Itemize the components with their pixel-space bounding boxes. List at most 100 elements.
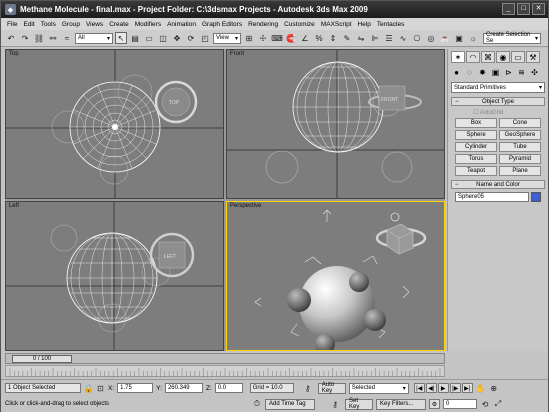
menu-animation[interactable]: Animation	[167, 21, 196, 28]
y-coordinate-field[interactable]: 260.349	[164, 383, 203, 393]
object-color-swatch[interactable]	[531, 192, 541, 202]
geometry-icon[interactable]: ●	[451, 67, 462, 78]
object-name-input[interactable]: Sphere05	[455, 192, 529, 202]
viewport-perspective-label[interactable]: Perspective	[230, 203, 261, 209]
home-icon[interactable]	[390, 212, 400, 222]
menu-rendering[interactable]: Rendering	[248, 21, 278, 28]
select-and-manipulate-icon[interactable]: ☩	[257, 32, 269, 44]
keyboard-shortcut-override-icon[interactable]: ⌨	[271, 32, 283, 44]
menu-views[interactable]: Views	[86, 21, 103, 28]
add-time-tag-button[interactable]: Add Time Tag	[265, 398, 315, 410]
object-type-header[interactable]: − Object Type	[451, 97, 545, 106]
curve-editor-icon[interactable]: ∿	[397, 32, 409, 44]
cylinder-button[interactable]: Cylinder	[455, 142, 497, 152]
schematic-view-icon[interactable]: ⎔	[411, 32, 423, 44]
undo-icon[interactable]: ↶	[5, 32, 17, 44]
current-frame-field[interactable]: 0	[443, 399, 477, 409]
viewcube-top-text[interactable]: TOP	[169, 100, 180, 106]
viewport-front-label[interactable]: Front	[230, 51, 244, 57]
menu-edit[interactable]: Edit	[23, 21, 34, 28]
space-warps-icon[interactable]: ≋	[516, 67, 527, 78]
bind-space-warp-icon[interactable]: ≈	[61, 32, 73, 44]
torus-button[interactable]: Torus	[455, 154, 497, 164]
sphere-button[interactable]: Sphere	[455, 130, 497, 140]
time-slider[interactable]: 0 / 100	[12, 355, 72, 363]
cone-button[interactable]: Cone	[499, 118, 541, 128]
lights-icon[interactable]: ✸	[477, 67, 488, 78]
auto-key-button[interactable]: Auto Key	[317, 382, 346, 394]
time-slider-track[interactable]: 0 / 100	[5, 353, 445, 364]
viewcube-front-text[interactable]: FRONT	[381, 97, 398, 103]
align-icon[interactable]: ⊫	[369, 32, 381, 44]
menu-tools[interactable]: Tools	[41, 21, 56, 28]
menu-maxscript[interactable]: MAXScript	[321, 21, 352, 28]
autogrid-checkbox[interactable]: ☐ AutoGrid	[451, 106, 545, 118]
plane-button[interactable]: Plane	[499, 166, 541, 176]
zoom-icon[interactable]: ⊕	[489, 383, 499, 393]
unlink-icon[interactable]: ⚯	[47, 32, 59, 44]
pan-icon[interactable]: ✋	[476, 383, 486, 393]
go-to-start-icon[interactable]: |◀	[413, 383, 425, 393]
hierarchy-tab-icon[interactable]: ⌘	[481, 51, 495, 63]
modify-tab-icon[interactable]: ◠	[466, 51, 480, 63]
material-editor-icon[interactable]: ◎	[425, 32, 437, 44]
minimize-button[interactable]: _	[502, 3, 515, 15]
menu-modifiers[interactable]: Modifiers	[135, 21, 161, 28]
reference-coordinate-dropdown[interactable]: View ▾	[213, 32, 241, 44]
x-coordinate-field[interactable]: 1.75	[117, 383, 154, 393]
primitive-category-dropdown[interactable]: Standard Primitives ▾	[451, 82, 545, 93]
create-tab-icon[interactable]: ✶	[451, 51, 465, 63]
menu-tentacles[interactable]: Tentacles	[377, 21, 404, 28]
track-bar[interactable]	[5, 365, 445, 377]
viewport-left[interactable]: LEFT Left	[5, 201, 224, 351]
render-frame-icon[interactable]: ▣	[453, 32, 465, 44]
previous-frame-icon[interactable]: ◀|	[425, 383, 437, 393]
menu-customize[interactable]: Customize	[284, 21, 315, 28]
snaps-toggle-icon[interactable]: 🧲	[285, 32, 297, 44]
select-and-move-icon[interactable]: ✥	[171, 32, 183, 44]
utilities-tab-icon[interactable]: ⚒	[526, 51, 540, 63]
window-crossing-icon[interactable]: ◫	[157, 32, 169, 44]
close-button[interactable]: ✕	[532, 3, 545, 15]
systems-icon[interactable]: ✣	[529, 67, 540, 78]
maximize-button[interactable]: □	[517, 3, 530, 15]
menu-graph-editors[interactable]: Graph Editors	[202, 21, 242, 28]
quick-render-icon[interactable]: ☼	[467, 32, 479, 44]
viewport-perspective[interactable]: Perspective	[226, 201, 445, 351]
menu-help[interactable]: Help	[358, 21, 371, 28]
rectangular-selection-icon[interactable]: ▭	[143, 32, 155, 44]
viewcube-left-text[interactable]: LEFT	[164, 254, 176, 260]
named-selection-sets-dropdown[interactable]: Create Selection Se ▾	[483, 32, 541, 44]
absolute-mode-icon[interactable]: ⊡	[96, 383, 105, 393]
redo-icon[interactable]: ↷	[19, 32, 31, 44]
app-logo-icon[interactable]: ◆	[5, 4, 16, 15]
key-mode-dropdown[interactable]: Selected ▾	[348, 382, 409, 394]
menu-group[interactable]: Group	[62, 21, 80, 28]
key-icon[interactable]: ⚷	[301, 382, 315, 394]
box-button[interactable]: Box	[455, 118, 497, 128]
pivot-center-icon[interactable]: ⊞	[243, 32, 255, 44]
pyramid-button[interactable]: Pyramid	[499, 154, 541, 164]
link-icon[interactable]: ⛓	[33, 32, 45, 44]
tube-button[interactable]: Tube	[499, 142, 541, 152]
key-filters-button[interactable]: Key Filters...	[376, 398, 426, 410]
next-frame-icon[interactable]: |▶	[449, 383, 461, 393]
z-coordinate-field[interactable]: 0.0	[214, 383, 243, 393]
viewport-top[interactable]: TOP Top	[5, 49, 224, 199]
shapes-icon[interactable]: ◌	[464, 67, 475, 78]
select-by-name-icon[interactable]: ▤	[129, 32, 141, 44]
teapot-button[interactable]: Teapot	[455, 166, 497, 176]
set-key-button[interactable]: Set Key	[345, 398, 373, 410]
time-configuration-icon[interactable]: ⚙	[429, 399, 440, 409]
maximize-viewport-icon[interactable]: ⤢	[493, 399, 503, 409]
name-and-color-header[interactable]: − Name and Color	[451, 180, 545, 189]
helpers-icon[interactable]: ⊳	[503, 67, 514, 78]
select-and-rotate-icon[interactable]: ⟳	[185, 32, 197, 44]
viewport-left-label[interactable]: Left	[9, 203, 19, 209]
named-selection-icon[interactable]: ✎	[341, 32, 353, 44]
lock-selection-icon[interactable]: 🔒	[84, 383, 94, 393]
play-icon[interactable]: ▶	[437, 383, 449, 393]
geosphere-button[interactable]: GeoSphere	[499, 130, 541, 140]
selection-filter-dropdown[interactable]: All ▾	[75, 32, 113, 44]
layer-manager-icon[interactable]: ☰	[383, 32, 395, 44]
